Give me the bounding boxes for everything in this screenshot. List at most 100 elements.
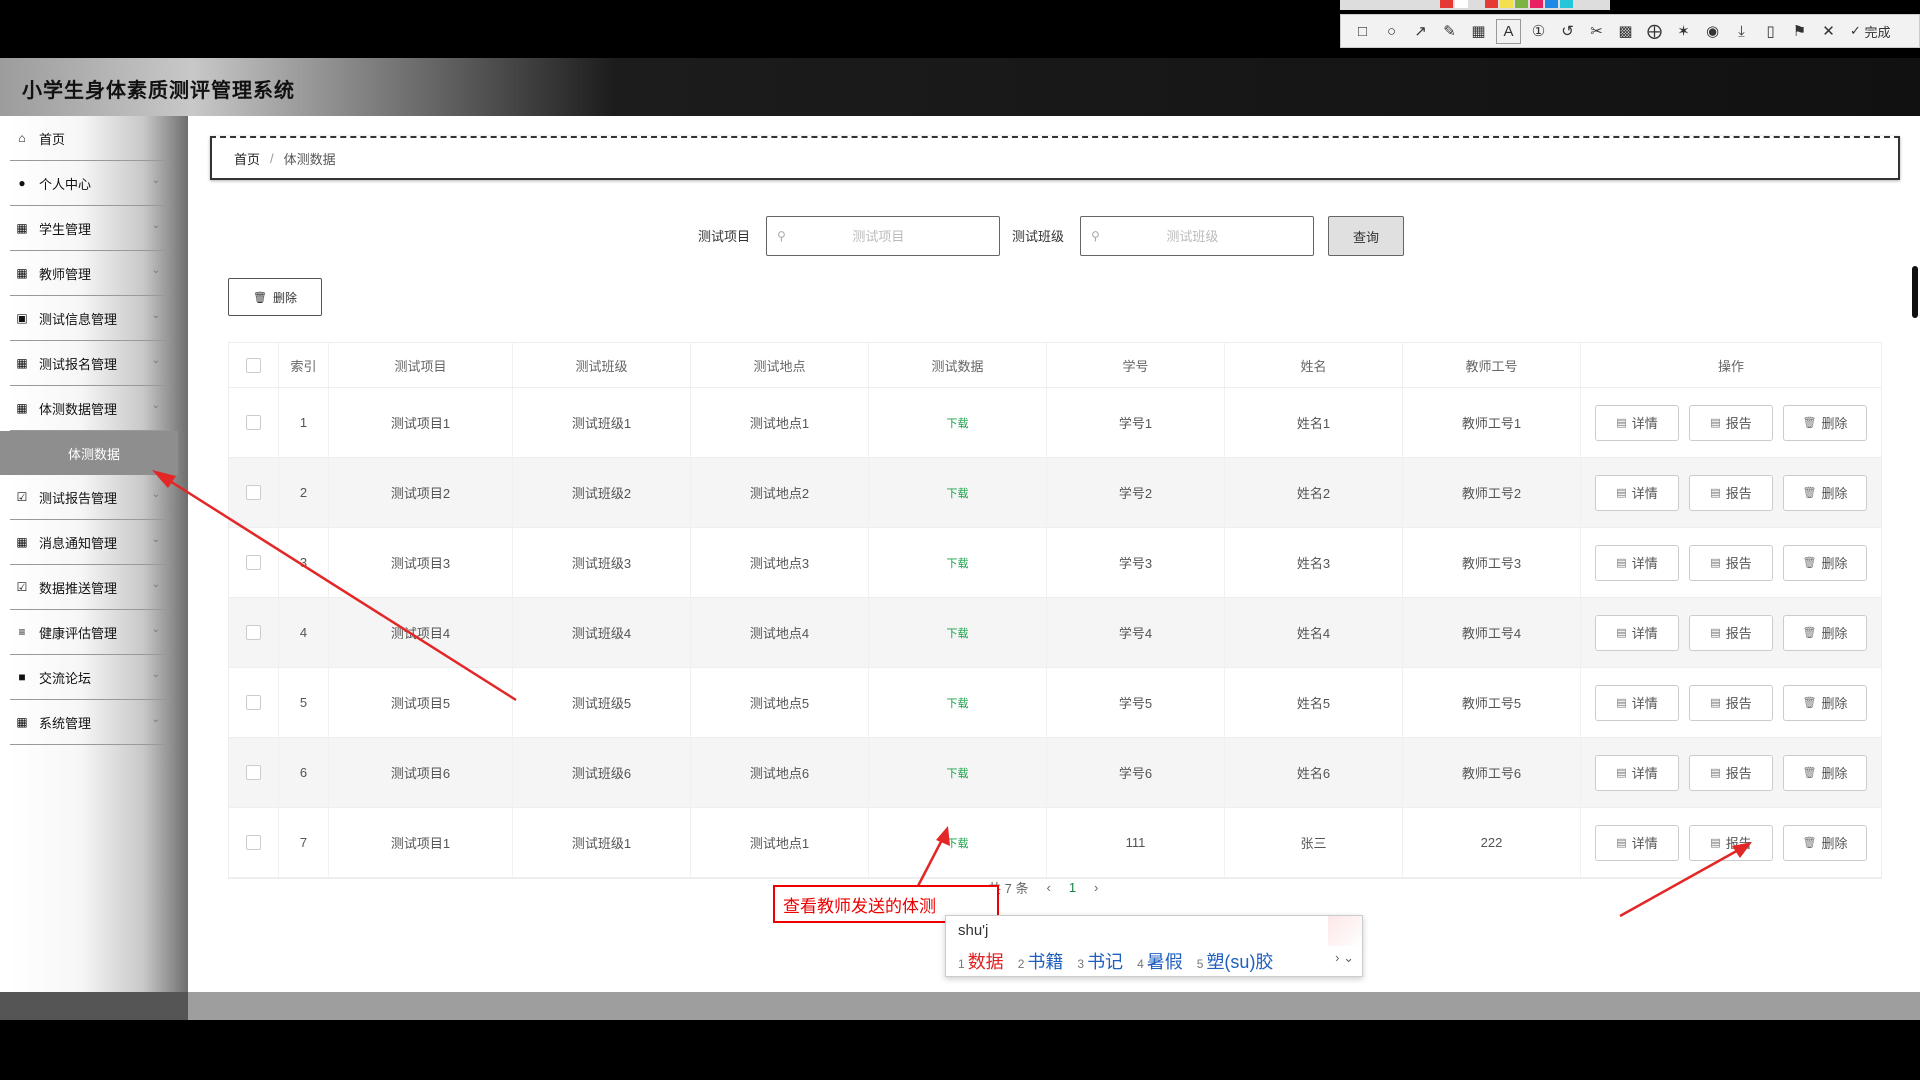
row-checkbox[interactable] — [246, 625, 261, 640]
test-item-input[interactable] — [785, 220, 999, 252]
download-link[interactable]: 下载 — [947, 625, 969, 641]
ime-candidate[interactable]: 4 暑假 — [1137, 948, 1183, 974]
expand-icon[interactable]: ⨁ — [1643, 20, 1666, 43]
test-item-field[interactable]: ⚲ — [766, 216, 1000, 256]
report-button[interactable]: ▤ 报告 — [1689, 614, 1773, 651]
report-button[interactable]: ▤ 报告 — [1689, 684, 1773, 721]
ime-candidate[interactable]: 1 数据 — [958, 948, 1004, 974]
row-checkbox[interactable] — [246, 485, 261, 500]
delete-label: 删除 — [1821, 696, 1848, 711]
report-button[interactable]: ▤ 报告 — [1689, 544, 1773, 581]
done-button[interactable]: ✓ 完成 — [1846, 20, 1895, 43]
sidebar-subitem-fitness-data[interactable]: 体测数据 — [0, 431, 178, 475]
select-all-checkbox[interactable] — [246, 357, 261, 373]
bookmark-icon[interactable]: ⚑ — [1788, 20, 1811, 43]
pen-tool-icon[interactable]: ✎ — [1438, 20, 1461, 43]
arrow-tool-icon[interactable]: ↗ — [1409, 20, 1432, 43]
color-swatch[interactable] — [1440, 0, 1453, 8]
number-tool-icon[interactable]: ① — [1527, 20, 1550, 43]
color-swatch[interactable] — [1515, 0, 1528, 8]
sidebar-item[interactable]: ▦ 学生管理 ⌄ — [10, 206, 170, 251]
pagination-page[interactable]: 1 — [1069, 880, 1076, 895]
cell-student-id: 学号4 — [1047, 598, 1225, 667]
download-link[interactable]: 下载 — [947, 485, 969, 501]
sidebar-item[interactable]: ≡ 健康评估管理 ⌄ — [10, 610, 170, 655]
color-swatch[interactable] — [1485, 0, 1498, 8]
download-link[interactable]: 下载 — [947, 415, 969, 431]
detail-button[interactable]: ▤ 详情 — [1595, 684, 1679, 721]
sidebar-item[interactable]: ☑ 数据推送管理 ⌄ — [10, 565, 170, 610]
sidebar-item[interactable]: ● 个人中心 ⌄ — [10, 161, 170, 206]
sidebar-item[interactable]: ⌂ 首页 — [10, 116, 170, 161]
detail-button[interactable]: ▤ 详情 — [1595, 404, 1679, 441]
detail-button[interactable]: ▤ 详情 — [1595, 544, 1679, 581]
test-class-input[interactable] — [1099, 220, 1313, 252]
device-icon[interactable]: ▯ — [1759, 20, 1782, 43]
sidebar-item[interactable]: ▦ 系统管理 ⌄ — [10, 700, 170, 745]
delete-button[interactable]: 🗑 删除 — [1783, 404, 1867, 441]
detail-button[interactable]: ▤ 详情 — [1595, 754, 1679, 791]
detail-button[interactable]: ▤ 详情 — [1595, 614, 1679, 651]
row-checkbox[interactable] — [246, 415, 261, 430]
row-checkbox[interactable] — [246, 695, 261, 710]
sidebar-item[interactable]: ▦ 体测数据管理 ⌄ — [10, 386, 170, 431]
row-checkbox[interactable] — [246, 765, 261, 780]
ime-candidate[interactable]: 2 书籍 — [1018, 948, 1064, 974]
sidebar-item[interactable]: ▦ 测试报名管理 ⌄ — [10, 341, 170, 386]
query-button[interactable]: 查询 — [1328, 216, 1404, 256]
chevron-down-icon: ⌄ — [151, 534, 160, 545]
report-button[interactable]: ▤ 报告 — [1689, 404, 1773, 441]
ime-candidate[interactable]: 3 书记 — [1077, 948, 1123, 974]
download-link[interactable]: 下载 — [947, 555, 969, 571]
delete-button[interactable]: 🗑 删除 — [1783, 474, 1867, 511]
breadcrumb-home[interactable]: 首页 — [234, 149, 260, 168]
sidebar-item[interactable]: ■ 交流论坛 ⌄ — [10, 655, 170, 700]
ocr-icon[interactable]: ▩ — [1614, 20, 1637, 43]
download-link[interactable]: 下载 — [947, 835, 969, 851]
text-tool-icon[interactable]: A — [1496, 18, 1521, 44]
download-link[interactable]: 下载 — [947, 695, 969, 711]
color-swatch[interactable] — [1470, 0, 1483, 8]
scrollbar-thumb[interactable] — [1912, 266, 1918, 318]
report-button[interactable]: ▤ 报告 — [1689, 754, 1773, 791]
color-swatch[interactable] — [1500, 0, 1513, 8]
delete-button[interactable]: 🗑 删除 — [1783, 824, 1867, 861]
color-swatch[interactable] — [1545, 0, 1558, 8]
undo-icon[interactable]: ↺ — [1556, 20, 1579, 43]
report-button[interactable]: ▤ 报告 — [1689, 824, 1773, 861]
color-swatch[interactable] — [1455, 0, 1468, 8]
sidebar-item[interactable]: ▣ 测试信息管理 ⌄ — [10, 296, 170, 341]
delete-button[interactable]: 🗑 删除 — [1783, 614, 1867, 651]
close-icon[interactable]: ✕ — [1817, 20, 1840, 43]
delete-button[interactable]: 🗑 删除 — [1783, 684, 1867, 721]
download-icon[interactable]: ⤓ — [1730, 20, 1753, 43]
pagination-next[interactable]: › — [1094, 880, 1098, 895]
sidebar-item[interactable]: ☑ 测试报告管理 ⌄ — [10, 475, 170, 520]
report-button[interactable]: ▤ 报告 — [1689, 474, 1773, 511]
ime-page-arrows[interactable]: › ⌄ — [1335, 950, 1354, 966]
delete-button[interactable]: 🗑 删除 — [1783, 754, 1867, 791]
row-checkbox[interactable] — [246, 555, 261, 570]
ime-candidate[interactable]: 5 塑(su)胶 — [1197, 948, 1274, 974]
cut-icon[interactable]: ✂ — [1585, 20, 1608, 43]
pin-icon[interactable]: ✶ — [1672, 20, 1695, 43]
row-select-cell — [229, 388, 279, 457]
delete-button[interactable]: 🗑 删除 — [1783, 544, 1867, 581]
download-link[interactable]: 下载 — [947, 765, 969, 781]
color-swatch[interactable] — [1530, 0, 1543, 8]
sidebar-item[interactable]: ▦ 教师管理 ⌄ — [10, 251, 170, 296]
row-checkbox[interactable] — [246, 835, 261, 850]
record-icon[interactable]: ◉ — [1701, 20, 1724, 43]
sidebar-item[interactable]: ▦ 消息通知管理 ⌄ — [10, 520, 170, 565]
pagination-prev[interactable]: ‹ — [1046, 880, 1050, 895]
sidebar-item-label: 测试信息管理 — [39, 311, 118, 327]
batch-delete-button[interactable]: 🗑 删除 — [228, 278, 322, 316]
detail-button[interactable]: ▤ 详情 — [1595, 474, 1679, 511]
rectangle-tool-icon[interactable]: □ — [1351, 20, 1374, 43]
ellipse-tool-icon[interactable]: ○ — [1380, 20, 1403, 43]
test-class-field[interactable]: ⚲ — [1080, 216, 1314, 256]
color-swatch[interactable] — [1560, 0, 1573, 8]
color-palette[interactable] — [1340, 0, 1610, 10]
detail-button[interactable]: ▤ 详情 — [1595, 824, 1679, 861]
mosaic-tool-icon[interactable]: ▦ — [1467, 20, 1490, 43]
